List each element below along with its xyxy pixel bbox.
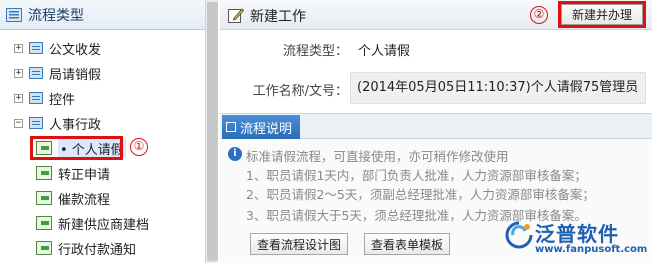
tree-item-zhuanzheng[interactable]: 转正申请 (36, 162, 110, 184)
tree-item-label: 转正申请 (58, 167, 111, 183)
tree-item-gongwen[interactable]: + 公文收发 (14, 37, 101, 59)
flow-type-header: 流程类型 (0, 0, 205, 30)
tree-item-cuikuan[interactable]: 催款流程 (36, 187, 110, 209)
description-line: 1、职员请假1天内，部门负责人批准，人力资源部审核备案； (246, 168, 587, 183)
logo-url: www.fanpusoft.com (535, 244, 648, 255)
tree-scrollbar[interactable] (205, 0, 218, 263)
category-icon (29, 92, 43, 104)
list-icon (6, 7, 22, 22)
tree-item-label: 局请销假 (49, 67, 102, 83)
flow-type-value: 个人请假 (358, 44, 411, 59)
collapse-icon (226, 122, 236, 132)
tab-label: 流程说明 (240, 121, 293, 137)
view-form-template-button[interactable]: 查看表单模板 (364, 233, 451, 255)
flow-icon (36, 241, 52, 255)
tree-item-gongyingshang[interactable]: 新建供应商建档 (36, 212, 149, 234)
tree-item-label: 行政付款通知 (58, 242, 137, 258)
flow-type-title: 流程类型 (28, 7, 84, 24)
scrollbar-thumb[interactable] (207, 2, 218, 261)
annotation-marker-1: ① (130, 138, 148, 156)
collapse-icon[interactable]: − (14, 118, 23, 128)
category-icon (29, 117, 43, 129)
category-icon (29, 67, 43, 79)
selection-highlight-box (30, 136, 123, 160)
flow-icon (36, 166, 52, 180)
expand-icon[interactable]: + (14, 93, 23, 103)
logo-name: 泛普软件 (535, 222, 619, 246)
new-button-highlight-box: 新建并办理 (558, 1, 646, 28)
new-work-header: 新建工作 ② 新建并办理 (220, 0, 652, 30)
description-line: 标准请假流程，可直接使用，亦可稍作修改使用 (246, 149, 509, 164)
tree-item-renshi[interactable]: − 人事行政 (14, 112, 101, 134)
logo-mark-icon (505, 221, 533, 249)
tree-item-qingxiaojia[interactable]: + 局请销假 (14, 62, 101, 84)
annotation-marker-2: ② (530, 6, 548, 24)
tree-item-label: 控件 (49, 92, 76, 108)
description-line: 2、职员请假2～5天，须副总经理批准，人力资源部审核备案； (246, 187, 595, 202)
create-and-process-button[interactable]: 新建并办理 (561, 4, 643, 25)
tree-item-kongjian[interactable]: + 控件 (14, 87, 75, 109)
flow-type-label: 流程类型： (282, 44, 348, 59)
edit-icon (228, 8, 244, 23)
work-name-field[interactable]: (2014年05月05日11:10:37)个人请假75管理员 (350, 72, 646, 104)
flow-type-panel: 流程类型 + 公文收发 + 局请销假 + 控件 − 人事行政 • 个人请假 转正… (0, 0, 218, 263)
category-icon (29, 42, 43, 54)
expand-icon[interactable]: + (14, 68, 23, 78)
tree-item-label: 新建供应商建档 (58, 217, 150, 233)
info-icon: i (228, 147, 242, 161)
tree-item-label: 人事行政 (49, 117, 102, 133)
tree-item-label: 催款流程 (58, 192, 111, 208)
view-flow-design-button[interactable]: 查看流程设计图 (250, 233, 349, 255)
tree-item-label: 公文收发 (49, 42, 102, 58)
flow-icon (36, 191, 52, 205)
expand-icon[interactable]: + (14, 43, 23, 53)
fanpu-logo: 泛普软件 www.fanpusoft.com (505, 218, 648, 260)
flow-description-header: 流程说明 (220, 113, 652, 139)
work-name-label: 工作名称/文号： (252, 84, 348, 99)
tab-flow-description[interactable]: 流程说明 (222, 115, 300, 139)
new-work-title: 新建工作 (250, 9, 306, 25)
tree-item-fukuan[interactable]: 行政付款通知 (36, 237, 136, 259)
flow-icon (36, 216, 52, 230)
